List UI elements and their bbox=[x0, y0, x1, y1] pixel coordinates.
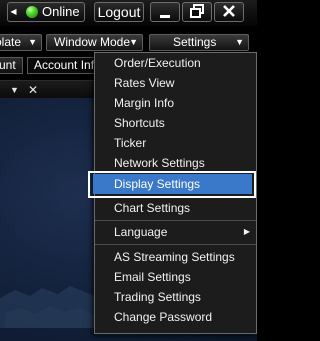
menu-item-shortcuts[interactable]: Shortcuts bbox=[95, 113, 256, 133]
menu-item-order-execution[interactable]: Order/Execution bbox=[95, 53, 256, 73]
settings-dropdown[interactable]: Settings ▼ bbox=[149, 34, 249, 51]
online-status-label: Online bbox=[42, 4, 80, 19]
window-mode-label: Window Mode bbox=[54, 35, 131, 49]
template-dropdown[interactable]: olate ▼ bbox=[0, 34, 42, 51]
settings-label: Settings bbox=[173, 35, 217, 49]
close-button[interactable] bbox=[214, 2, 244, 22]
menu-item-chart-settings[interactable]: Chart Settings bbox=[95, 198, 256, 218]
menu-item-language[interactable]: Language ▶ bbox=[95, 222, 256, 242]
online-status-button[interactable]: Online bbox=[19, 2, 85, 22]
menu-item-ticker[interactable]: Ticker bbox=[95, 133, 256, 153]
title-bar: ◀ Online Logout bbox=[0, 0, 257, 26]
menu-divider bbox=[95, 244, 256, 245]
chevron-down-icon: ▼ bbox=[235, 37, 244, 47]
chevron-down-icon[interactable]: ▼ bbox=[10, 83, 19, 97]
tab-account[interactable]: unt bbox=[0, 57, 23, 74]
menu-item-rates-view[interactable]: Rates View bbox=[95, 73, 256, 93]
restore-icon bbox=[190, 4, 204, 18]
menu-item-margin-info[interactable]: Margin Info bbox=[95, 93, 256, 113]
menu-item-email-settings[interactable]: Email Settings bbox=[95, 267, 256, 287]
template-label: olate bbox=[0, 35, 22, 49]
scroll-left-arrow-icon[interactable]: ◀ bbox=[7, 2, 19, 22]
minimize-icon bbox=[160, 15, 170, 18]
chevron-down-icon: ▼ bbox=[129, 37, 138, 47]
restore-button[interactable] bbox=[182, 2, 212, 22]
online-indicator-icon bbox=[26, 6, 38, 18]
application-window: ◀ Online Logout olate ▼ bbox=[0, 0, 257, 341]
menu-item-trading-settings[interactable]: Trading Settings bbox=[95, 287, 256, 307]
menu-item-language-label: Language bbox=[114, 225, 168, 239]
menu-divider bbox=[95, 220, 256, 221]
logout-button[interactable]: Logout bbox=[94, 2, 144, 22]
selection-highlight-frame bbox=[88, 171, 256, 198]
menu-item-network-settings[interactable]: Network Settings bbox=[95, 153, 256, 173]
chevron-down-icon: ▼ bbox=[28, 37, 37, 47]
window-mode-dropdown[interactable]: Window Mode ▼ bbox=[46, 34, 143, 51]
menu-item-as-streaming-settings[interactable]: AS Streaming Settings bbox=[95, 247, 256, 267]
close-icon bbox=[223, 5, 235, 17]
close-icon[interactable]: ✕ bbox=[28, 83, 38, 97]
chevron-right-icon: ▶ bbox=[243, 227, 250, 236]
minimize-button[interactable] bbox=[150, 2, 180, 22]
menu-item-change-password[interactable]: Change Password bbox=[95, 307, 256, 327]
toolbar: olate ▼ Window Mode ▼ Settings ▼ bbox=[0, 32, 257, 52]
